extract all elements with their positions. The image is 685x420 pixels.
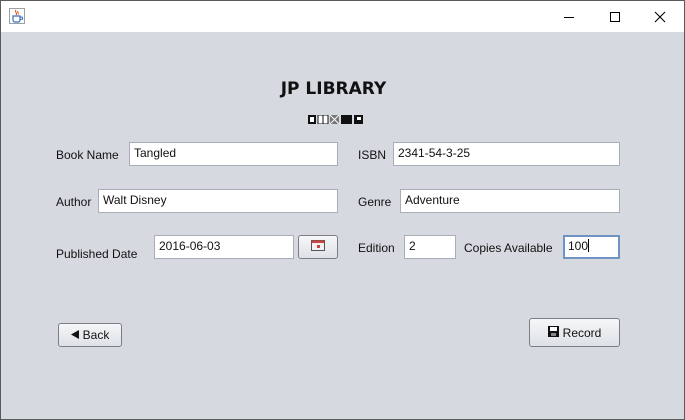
left-arrow-icon [70,328,79,342]
minimize-button[interactable] [546,1,592,32]
edition-label: Edition [358,241,395,255]
isbn-field[interactable]: 2341-54-3-25 [393,142,620,166]
genre-label: Genre [358,195,392,209]
date-picker-button[interactable] [298,235,338,259]
book-name-label: Book Name [56,148,119,162]
copies-available-label: Copies Available [464,241,553,255]
record-button-label: Record [562,325,602,340]
floppy-disk-icon [547,325,559,340]
text-caret [588,239,590,252]
back-button[interactable]: Back [58,323,122,347]
published-date-label: Published Date [56,247,138,261]
published-date-field[interactable]: 2016-06-03 [154,235,294,259]
maximize-button[interactable] [592,1,638,32]
close-icon [654,11,666,23]
back-button-label: Back [82,328,110,342]
isbn-label: ISBN [358,148,387,162]
title-bar[interactable] [1,1,684,32]
maximize-icon [610,12,620,22]
book-name-field[interactable]: Tangled [129,142,338,166]
app-window: JP LIBRARY Book Name Tangled ISBN 2341-5… [0,0,685,420]
java-cup-icon [9,8,25,24]
library-logo-icon [308,109,364,125]
author-field[interactable]: Walt Disney [98,189,338,213]
calendar-icon [311,240,325,254]
close-button[interactable] [637,1,683,32]
minimize-icon [564,17,574,18]
copies-available-value: 100 [568,239,589,253]
genre-field[interactable]: Adventure [400,189,620,213]
form-panel: JP LIBRARY Book Name Tangled ISBN 2341-5… [1,32,684,419]
copies-available-field[interactable]: 100 [563,235,620,259]
page-title: JP LIBRARY [280,79,387,99]
edition-field[interactable]: 2 [404,235,456,259]
author-label: Author [56,195,92,209]
record-button[interactable]: Record [529,318,620,347]
